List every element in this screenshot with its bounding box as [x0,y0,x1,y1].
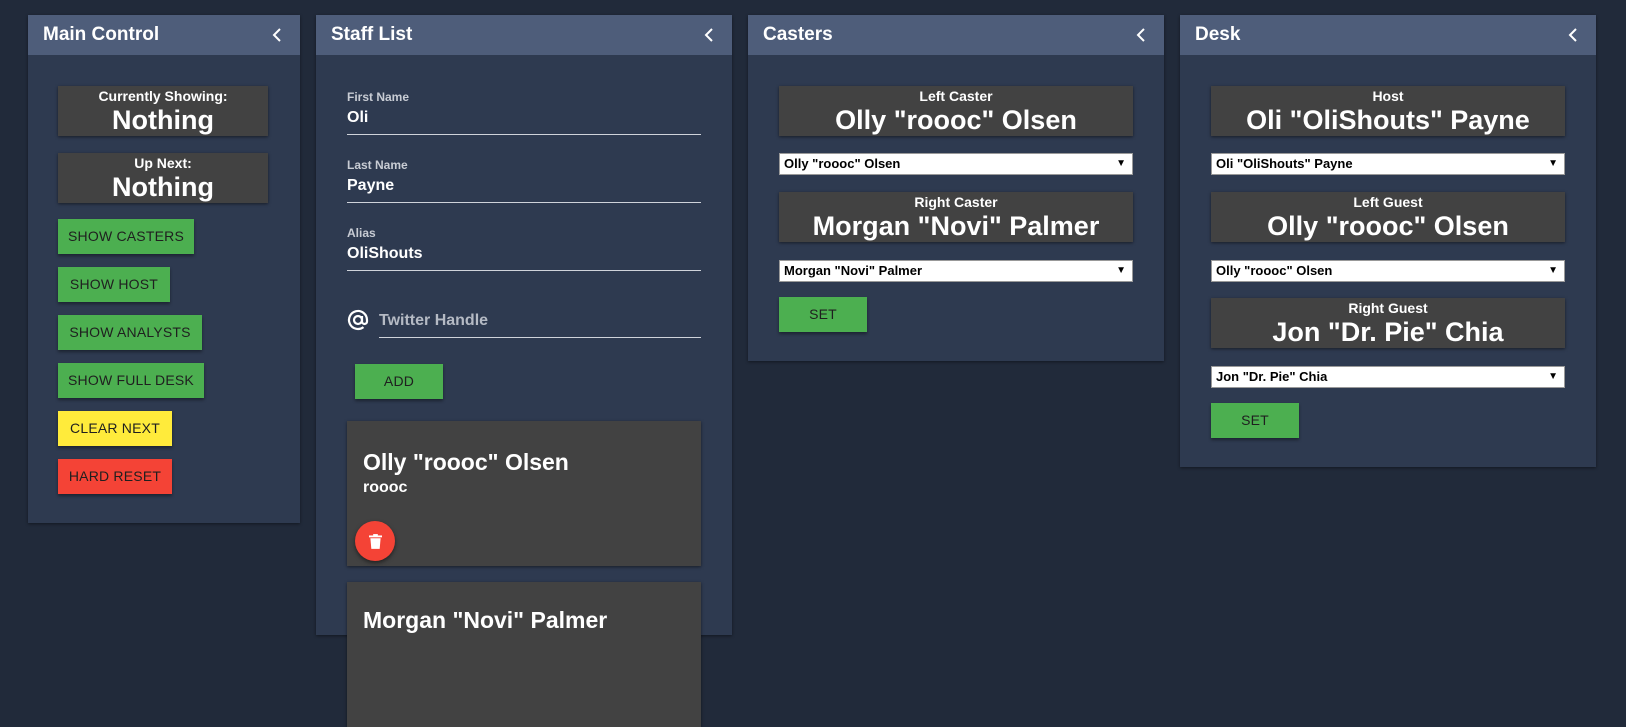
right-guest-select[interactable]: Jon "Dr. Pie" Chia ▼ [1211,366,1565,388]
alias-underline [347,270,701,271]
staff-card: Olly "roooc" Olsen roooc [347,421,701,566]
show-full-desk-button[interactable]: SHOW FULL DESK [58,363,204,398]
desk-panel: Desk Host Oli "OliShouts" Payne Oli "Oli… [1180,15,1596,467]
left-caster-label: Left Caster [919,88,993,104]
left-caster-select-value: Olly "roooc" Olsen [784,156,901,171]
last-name-label: Last Name [347,158,408,172]
set-casters-button[interactable]: SET [779,297,867,332]
right-guest-box: Right Guest Jon "Dr. Pie" Chia [1211,298,1565,348]
show-casters-button[interactable]: SHOW CASTERS [58,219,194,254]
set-desk-button[interactable]: SET [1211,403,1299,438]
currently-showing-label: Currently Showing: [98,88,228,104]
casters-title: Casters [763,24,833,45]
left-caster-box: Left Caster Olly "roooc" Olsen [779,86,1133,136]
alias-label: Alias [347,226,376,240]
right-caster-select-value: Morgan "Novi" Palmer [784,263,923,278]
dropdown-arrow-icon: ▼ [1116,158,1126,169]
main-control-panel: Main Control Currently Showing: Nothing … [28,15,300,523]
collapse-chevron-left-icon[interactable] [1132,26,1150,44]
trash-icon [368,533,382,549]
right-caster-label: Right Caster [914,194,998,210]
dropdown-arrow-icon: ▼ [1548,158,1558,169]
staff-list-panel: Staff List First Name Oli Last Name Payn… [316,15,732,727]
last-name-underline [347,202,701,203]
left-caster-value: Olly "roooc" Olsen [835,105,1077,135]
right-caster-select[interactable]: Morgan "Novi" Palmer ▼ [779,260,1133,282]
main-control-header: Main Control [28,15,300,55]
hard-reset-button[interactable]: HARD RESET [58,459,172,494]
show-host-button[interactable]: SHOW HOST [58,267,170,302]
staff-alias: roooc [363,479,408,496]
first-name-label: First Name [347,90,410,104]
right-guest-value: Jon "Dr. Pie" Chia [1272,317,1504,347]
at-sign-icon [346,308,370,332]
add-staff-button[interactable]: ADD [355,364,443,399]
host-value: Oli "OliShouts" Payne [1246,105,1530,135]
left-guest-box: Left Guest Olly "roooc" Olsen [1211,192,1565,242]
collapse-chevron-left-icon[interactable] [1564,26,1582,44]
right-guest-select-value: Jon "Dr. Pie" Chia [1216,369,1328,384]
host-select-value: Oli "OliShouts" Payne [1216,156,1353,171]
dropdown-arrow-icon: ▼ [1548,265,1558,276]
last-name-input[interactable]: Payne [347,177,701,195]
first-name-underline [347,134,701,135]
first-name-input[interactable]: Oli [347,109,701,127]
up-next-label: Up Next: [134,155,192,171]
staff-list-header: Staff List [316,15,732,55]
host-select[interactable]: Oli "OliShouts" Payne ▼ [1211,153,1565,175]
twitter-handle-input[interactable]: Twitter Handle [379,312,701,330]
clear-next-button[interactable]: CLEAR NEXT [58,411,172,446]
left-guest-select-value: Olly "roooc" Olsen [1216,263,1333,278]
host-label: Host [1372,88,1404,104]
currently-showing-value: Nothing [112,105,214,135]
up-next-box: Up Next: Nothing [58,153,268,203]
collapse-chevron-left-icon[interactable] [700,26,718,44]
right-caster-box: Right Caster Morgan "Novi" Palmer [779,192,1133,242]
casters-panel: Casters Left Caster Olly "roooc" Olsen O… [748,15,1164,361]
alias-input[interactable]: OliShouts [347,245,701,263]
desk-title: Desk [1195,24,1241,45]
twitter-handle-underline [379,337,701,338]
main-control-title: Main Control [43,24,160,45]
show-analysts-button[interactable]: SHOW ANALYSTS [58,315,202,350]
left-guest-value: Olly "roooc" Olsen [1267,211,1509,241]
desk-header: Desk [1180,15,1596,55]
staff-name: Olly "roooc" Olsen [363,449,569,475]
staff-card: Morgan "Novi" Palmer [347,582,701,727]
left-guest-select[interactable]: Olly "roooc" Olsen ▼ [1211,260,1565,282]
staff-name: Morgan "Novi" Palmer [363,607,608,633]
currently-showing-box: Currently Showing: Nothing [58,86,268,136]
casters-header: Casters [748,15,1164,55]
up-next-value: Nothing [112,172,214,202]
right-caster-value: Morgan "Novi" Palmer [812,211,1100,241]
staff-list-title: Staff List [331,24,413,45]
delete-staff-button[interactable] [355,521,395,561]
collapse-chevron-left-icon[interactable] [268,26,286,44]
left-guest-label: Left Guest [1353,194,1423,210]
dropdown-arrow-icon: ▼ [1548,371,1558,382]
left-caster-select[interactable]: Olly "roooc" Olsen ▼ [779,153,1133,175]
host-box: Host Oli "OliShouts" Payne [1211,86,1565,136]
dropdown-arrow-icon: ▼ [1116,265,1126,276]
right-guest-label: Right Guest [1348,300,1428,316]
